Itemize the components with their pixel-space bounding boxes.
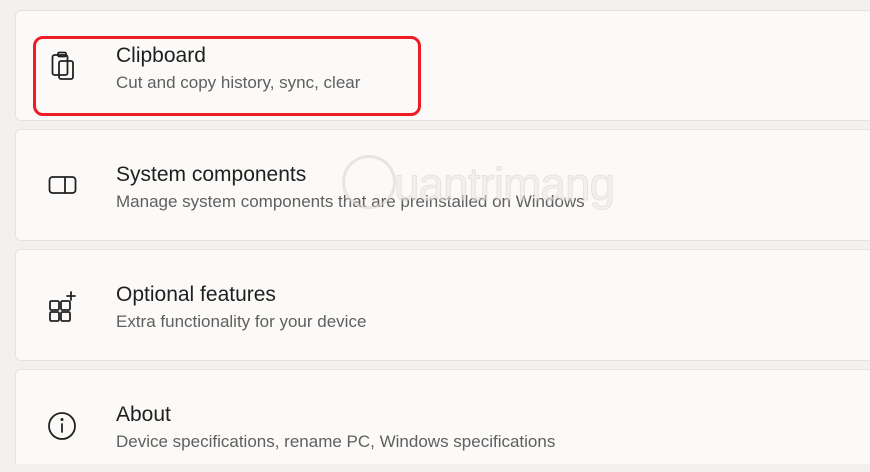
settings-item-subtitle: Manage system components that are preins…: [116, 192, 585, 211]
settings-item-subtitle: Device specifications, rename PC, Window…: [116, 432, 556, 451]
clipboard-text: Clipboard Cut and copy history, sync, cl…: [116, 44, 360, 93]
settings-item-subtitle: Extra functionality for your device: [116, 312, 367, 331]
settings-item-subtitle: Cut and copy history, sync, clear: [116, 73, 361, 92]
optional-features-icon: [46, 289, 80, 323]
settings-item-system-components[interactable]: System components Manage system componen…: [15, 129, 870, 241]
clipboard-icon: [46, 49, 80, 83]
settings-item-clipboard[interactable]: Clipboard Cut and copy history, sync, cl…: [15, 10, 870, 121]
system-components-text: System components Manage system componen…: [116, 163, 585, 212]
settings-item-title: About: [116, 403, 171, 426]
settings-item-optional-features[interactable]: Optional features Extra functionality fo…: [15, 249, 870, 361]
settings-item-title: Optional features: [116, 283, 276, 306]
optional-features-text: Optional features Extra functionality fo…: [116, 283, 366, 332]
settings-item-title: Clipboard: [116, 44, 206, 67]
about-text: About Device specifications, rename PC, …: [116, 403, 555, 452]
system-components-icon: [46, 168, 80, 202]
info-icon: [46, 408, 80, 442]
settings-item-title: System components: [116, 163, 307, 186]
settings-list: Clipboard Cut and copy history, sync, cl…: [15, 10, 870, 472]
settings-item-about[interactable]: About Device specifications, rename PC, …: [15, 369, 870, 464]
